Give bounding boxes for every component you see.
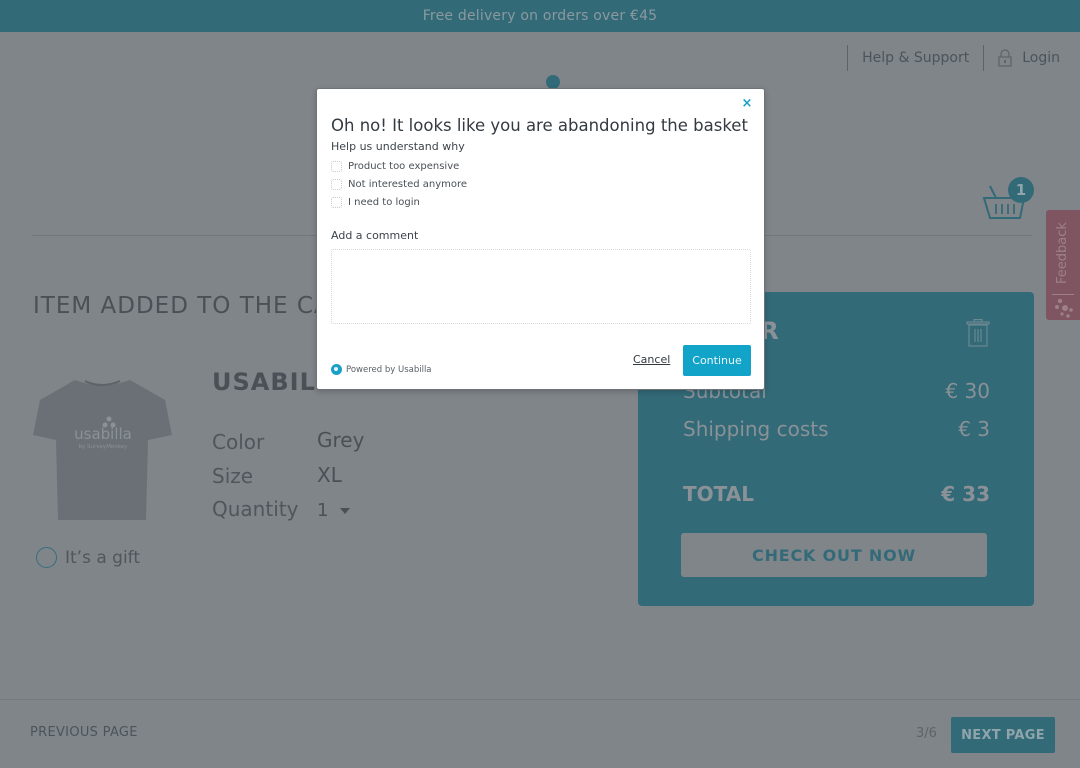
- option-label: Not interested anymore: [348, 179, 468, 190]
- gift-radio[interactable]: [36, 547, 57, 568]
- powered-by-label: Powered by Usabilla: [346, 364, 432, 375]
- section-title: ITEM ADDED TO THE CART: [33, 293, 362, 319]
- spec-color-label: Color: [212, 430, 265, 454]
- top-nav: Help & Support Login: [847, 44, 1060, 72]
- promo-bar: Free delivery on orders over €45: [0, 0, 1080, 32]
- chevron-down-icon: [340, 508, 351, 514]
- tshirt-brand-text: usabilla: [74, 425, 132, 443]
- spec-size-label: Size: [212, 464, 254, 488]
- gift-label: It’s a gift: [65, 547, 141, 568]
- next-page-button[interactable]: NEXT PAGE: [951, 717, 1055, 753]
- subtotal-value: € 30: [945, 379, 990, 403]
- shipping-label: Shipping costs: [683, 417, 829, 441]
- tshirt-tagline-text: by SurveyMonkey: [79, 444, 129, 450]
- close-icon[interactable]: ×: [740, 97, 754, 111]
- feedback-label: Feedback: [1055, 222, 1070, 284]
- total-value: € 33: [941, 482, 990, 506]
- total-label: TOTAL: [683, 482, 754, 506]
- option-need-login[interactable]: I need to login: [331, 197, 420, 208]
- nav-divider: [847, 45, 849, 71]
- option-label: I need to login: [348, 197, 420, 208]
- help-support-link[interactable]: Help & Support: [862, 50, 969, 66]
- usabilla-logo-icon: [331, 364, 342, 375]
- total-row: TOTAL € 33: [683, 482, 990, 506]
- login-link[interactable]: Login: [998, 49, 1060, 67]
- modal-title: Oh no! It looks like you are abandoning …: [331, 116, 748, 135]
- promo-text: Free delivery on orders over €45: [422, 8, 658, 24]
- feedback-tab[interactable]: Feedback: [1046, 210, 1080, 320]
- usabilla-dots-icon: [1055, 298, 1073, 318]
- continue-button[interactable]: Continue: [683, 345, 751, 376]
- page-indicator: 3/6: [916, 726, 937, 741]
- powered-by[interactable]: Powered by Usabilla: [331, 364, 432, 375]
- cancel-button[interactable]: Cancel: [633, 353, 670, 366]
- previous-page-link[interactable]: PREVIOUS PAGE: [30, 725, 138, 740]
- option-label: Product too expensive: [348, 161, 460, 172]
- checkout-button[interactable]: CHECK OUT NOW: [681, 533, 987, 577]
- option-checkbox[interactable]: [331, 161, 342, 172]
- comment-textarea[interactable]: [331, 249, 751, 324]
- footer-divider: [0, 699, 1080, 700]
- product-image-tshirt: usabilla by SurveyMonkey: [33, 380, 172, 520]
- quantity-select[interactable]: 1: [317, 500, 351, 521]
- shipping-row: Shipping costs € 3: [683, 417, 990, 441]
- lock-icon: [998, 49, 1012, 67]
- spec-color-value: Grey: [317, 428, 365, 452]
- option-too-expensive[interactable]: Product too expensive: [331, 161, 459, 172]
- login-label: Login: [1022, 50, 1060, 66]
- logo-dot: [546, 75, 560, 89]
- feedback-divider: [1052, 294, 1074, 295]
- abandon-basket-modal: × Oh no! It looks like you are abandonin…: [316, 88, 765, 390]
- quantity-value: 1: [317, 500, 329, 521]
- spec-quantity-label: Quantity: [212, 497, 299, 521]
- shipping-value: € 3: [958, 417, 990, 441]
- option-not-interested[interactable]: Not interested anymore: [331, 179, 467, 190]
- modal-subtitle: Help us understand why: [331, 140, 465, 153]
- comment-label: Add a comment: [331, 229, 419, 242]
- spec-size-value: XL: [317, 463, 342, 487]
- nav-divider: [983, 45, 985, 71]
- cart-count-badge: 1: [1008, 177, 1034, 203]
- gift-option[interactable]: It’s a gift: [36, 547, 140, 568]
- trash-icon[interactable]: [966, 319, 990, 347]
- option-checkbox[interactable]: [331, 179, 342, 190]
- option-checkbox[interactable]: [331, 197, 342, 208]
